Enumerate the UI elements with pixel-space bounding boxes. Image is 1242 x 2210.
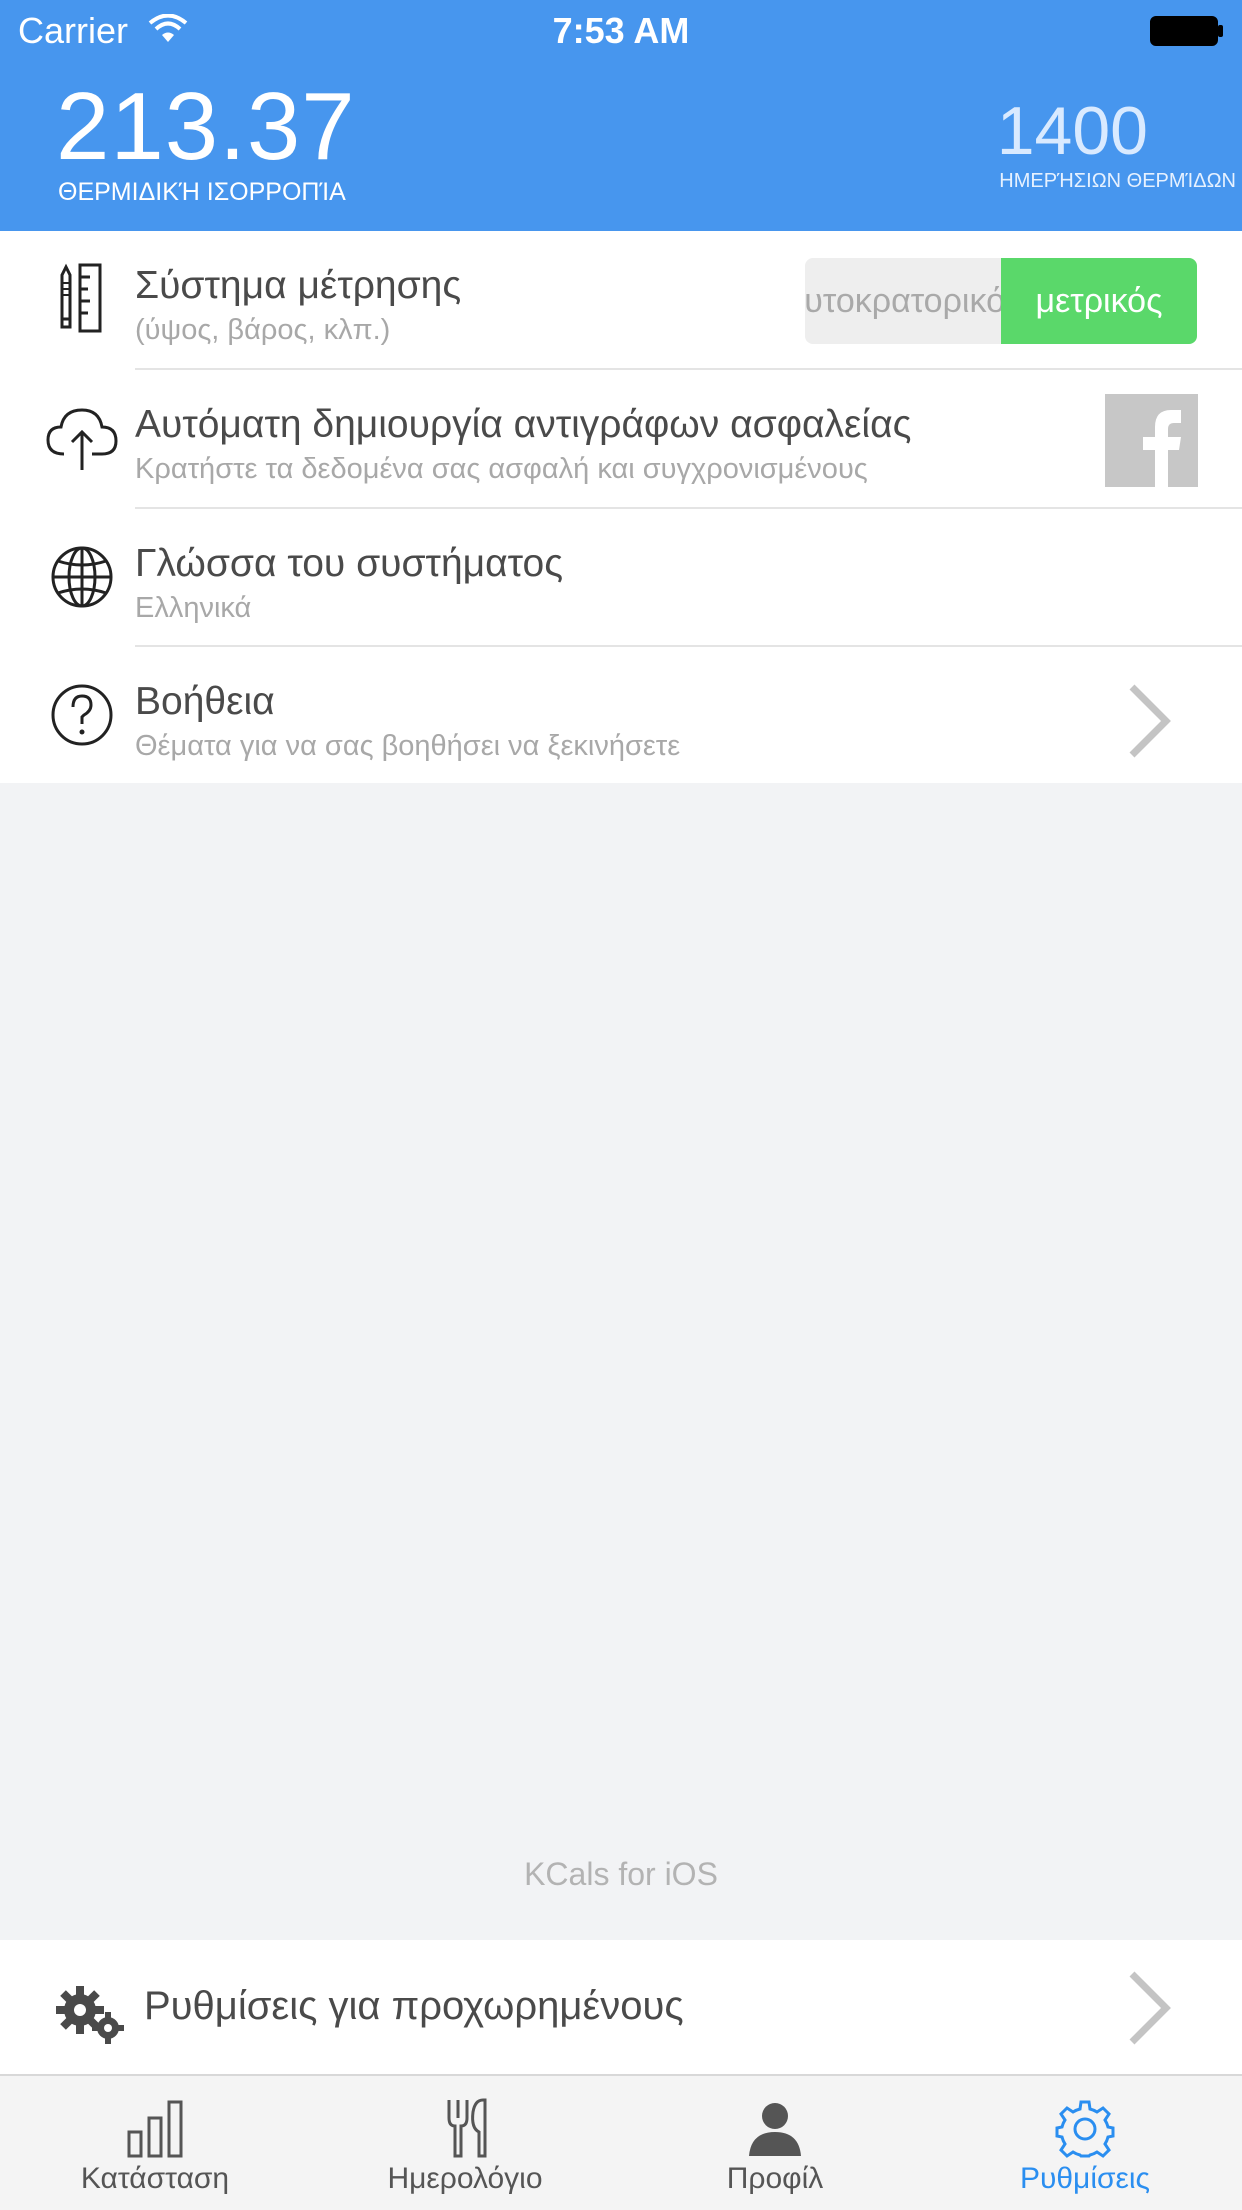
settings-list: Σύστημα μέτρησης (ύψος, βάρος, κλπ.) αυτ… <box>0 231 1242 783</box>
person-icon <box>749 2103 801 2156</box>
battery-icon <box>1150 16 1223 46</box>
advanced-settings-title: Ρυθμίσεις για προχωρημένους <box>144 1984 684 2028</box>
header: Carrier 7:53 AM 213.37 ΘΕΡΜΙΔΙΚΉ ΙΣΟΡΡΟΠ… <box>0 0 1242 231</box>
facebook-icon <box>1143 410 1181 487</box>
ruler-pencil-icon <box>60 263 102 333</box>
help-title: Βοήθεια <box>135 680 275 723</box>
tab-status[interactable]: Κατάσταση <box>0 2076 310 2210</box>
help-row[interactable]: Βοήθεια Θέματα για να σας βοηθήσει να ξε… <box>0 647 1242 785</box>
status-time: 7:53 AM <box>552 10 690 51</box>
units-segmented-control[interactable]: αυτοκρατορικός μετρικός <box>805 258 1197 344</box>
backup-row[interactable]: Αυτόματη δημιουργία αντιγράφων ασφαλείας… <box>0 370 1242 508</box>
segment-imperial[interactable]: αυτοκρατορικός <box>805 258 1001 344</box>
advanced-settings-row[interactable]: Ρυθμίσεις για προχωρημένους <box>0 1940 1242 2074</box>
help-icon <box>51 684 113 746</box>
calorie-balance-label: ΘΕΡΜΙΔΙΚΉ ΙΣΟΡΡΟΠΊΑ <box>58 178 346 206</box>
language-row[interactable]: Γλώσσα του συστήματος Ελληνικά <box>0 509 1242 647</box>
cloud-upload-icon <box>46 408 118 470</box>
segment-metric[interactable]: μετρικός <box>1001 258 1197 344</box>
tab-settings[interactable]: Ρυθμίσεις <box>930 2076 1240 2210</box>
units-title: Σύστημα μέτρησης <box>135 264 462 307</box>
backup-subtitle: Κρατήστε τα δεδομένα σας ασφαλή και συγχ… <box>135 453 868 485</box>
calorie-balance-value: 213.37 <box>56 73 356 180</box>
units-row: Σύστημα μέτρησης (ύψος, βάρος, κλπ.) αυτ… <box>0 231 1242 369</box>
tab-label: Προφίλ <box>726 2162 824 2195</box>
chevron-right-icon <box>1129 684 1171 758</box>
gear-icon <box>1055 2100 1115 2158</box>
units-subtitle: (ύψος, βάρος, κλπ.) <box>135 314 391 346</box>
language-title: Γλώσσα του συστήματος <box>135 542 563 585</box>
app-caption: KCals for iOS <box>524 1856 718 1892</box>
daily-calories-value: 1400 <box>996 93 1148 169</box>
daily-calories-label: ΗΜΕΡΉΣΙΩΝ ΘΕΡΜΊΔΩΝ <box>999 170 1236 192</box>
chevron-right-icon <box>1129 1971 1171 2045</box>
help-subtitle: Θέματα για να σας βοηθήσει να ξεκινήσετε <box>135 730 681 762</box>
fork-knife-icon <box>447 2098 487 2158</box>
gears-icon <box>56 1986 124 2044</box>
tab-label: Κατάσταση <box>80 2162 230 2195</box>
globe-icon <box>51 546 113 608</box>
backup-title: Αυτόματη δημιουργία αντιγράφων ασφαλείας <box>135 403 912 446</box>
tab-label: Ρυθμίσεις <box>1019 2162 1151 2195</box>
bar-chart-icon <box>127 2100 183 2158</box>
tab-profile[interactable]: Προφίλ <box>620 2076 930 2210</box>
tab-label: Ημερολόγιο <box>387 2162 543 2195</box>
tab-diary[interactable]: Ημερολόγιο <box>310 2076 620 2210</box>
facebook-button[interactable] <box>1105 394 1198 487</box>
language-subtitle: Ελληνικά <box>135 592 252 624</box>
tab-bar: Κατάσταση Ημερολόγιο Προφίλ Ρυθμίσεις <box>0 2074 1242 2210</box>
